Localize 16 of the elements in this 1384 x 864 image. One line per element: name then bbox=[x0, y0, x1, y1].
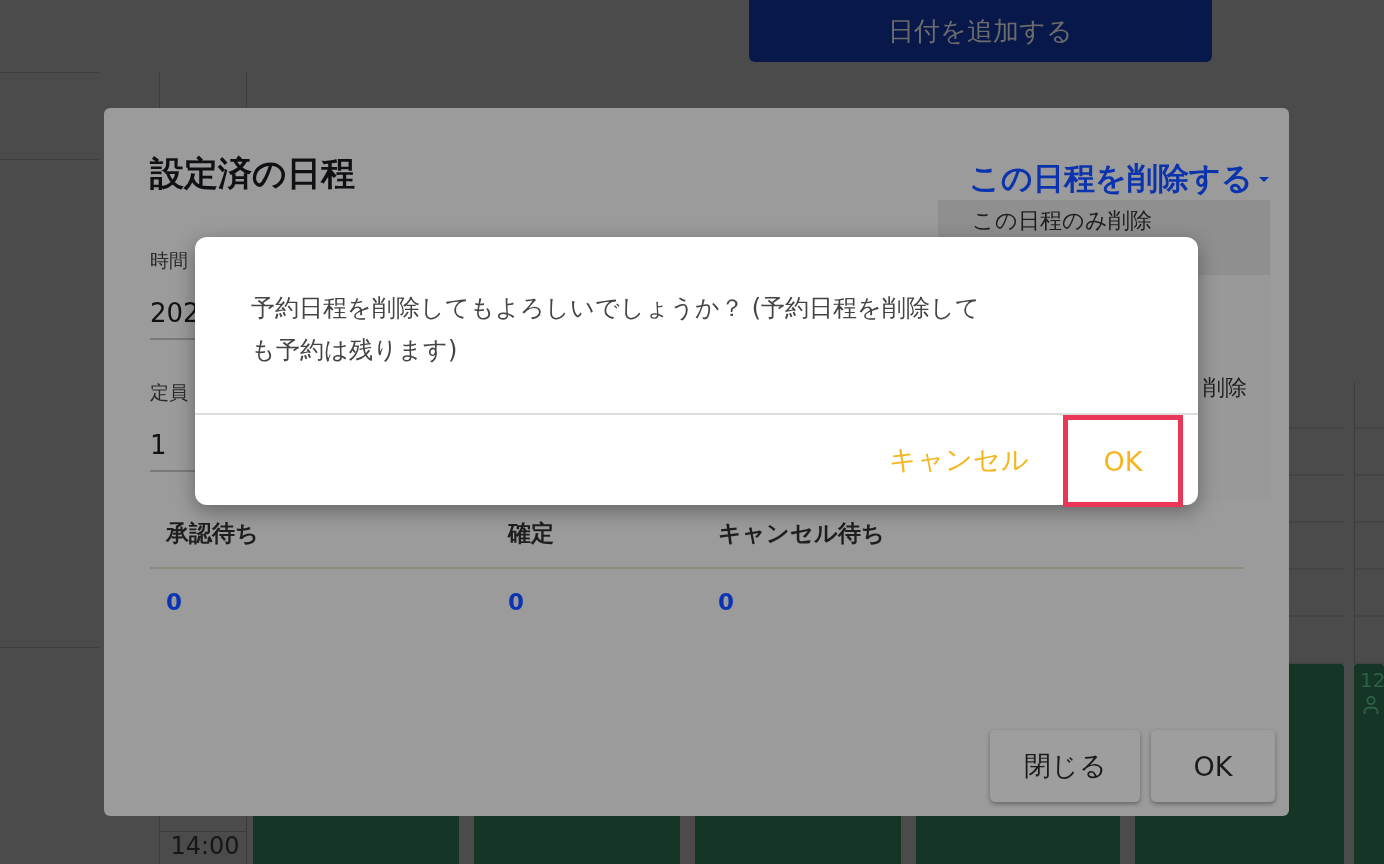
highlighted-button[interactable]: OK bbox=[1063, 415, 1183, 507]
dialog-title: 設定済の日程 bbox=[150, 152, 355, 195]
count-link[interactable]: 0 bbox=[150, 589, 492, 615]
ok-button[interactable]: OK bbox=[1151, 730, 1275, 802]
delete-menu-button[interactable]: この日程を削除する bbox=[969, 158, 1271, 200]
close-button[interactable]: 閉じる bbox=[990, 730, 1140, 802]
confirm-message: 予約日程を削除してもよろしいでしょうか？ (予約日程を削除しても予約は残ります) bbox=[250, 293, 981, 366]
field-label: 時間 bbox=[150, 248, 189, 273]
add-date-button[interactable]: 日付を追加する bbox=[749, 0, 1212, 62]
count-link[interactable]: 0 bbox=[492, 589, 702, 615]
field-label: 定員 bbox=[150, 380, 189, 405]
column-header: キャンセル待ち bbox=[717, 519, 886, 548]
column-header: 確定 bbox=[506, 519, 555, 548]
count-link[interactable]: 0 bbox=[702, 589, 1244, 615]
column-header: 承認待ち bbox=[164, 519, 260, 548]
caret-icon bbox=[1257, 175, 1271, 183]
